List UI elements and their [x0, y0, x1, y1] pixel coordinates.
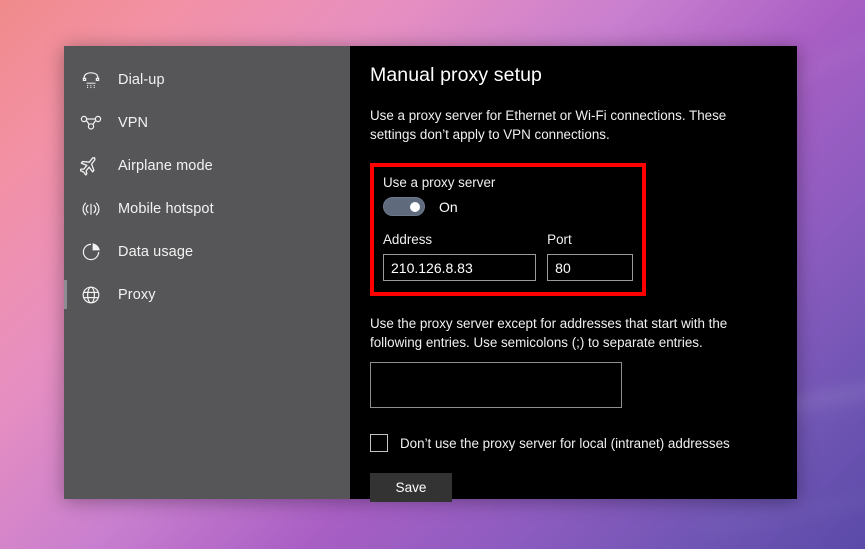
- use-proxy-server-toggle[interactable]: [383, 197, 425, 216]
- sidebar-item-airplane-mode[interactable]: Airplane mode: [64, 144, 350, 187]
- pie-chart-icon: [78, 240, 104, 264]
- phone-icon: [78, 68, 104, 92]
- vpn-icon: [78, 111, 104, 135]
- local-bypass-checkbox[interactable]: [370, 434, 388, 452]
- settings-sidebar: Dial-up VPN Airplane mode Mobile hotspot…: [64, 46, 350, 499]
- sidebar-item-vpn[interactable]: VPN: [64, 101, 350, 144]
- proxy-description: Use a proxy server for Ethernet or Wi-Fi…: [370, 108, 727, 142]
- wifi-signal-icon: [78, 197, 104, 221]
- save-button[interactable]: Save: [370, 473, 452, 502]
- address-label: Address: [383, 232, 433, 247]
- sidebar-item-data-usage[interactable]: Data usage: [64, 230, 350, 273]
- address-field-group: Address: [383, 232, 537, 281]
- address-input[interactable]: [383, 254, 537, 281]
- toggle-state-label: On: [439, 198, 458, 215]
- globe-icon: [78, 283, 104, 307]
- local-bypass-row[interactable]: Don’t use the proxy server for local (in…: [370, 434, 775, 452]
- sidebar-item-proxy[interactable]: Proxy: [64, 273, 350, 316]
- sidebar-item-label: VPN: [118, 114, 149, 131]
- port-label: Port: [547, 232, 572, 247]
- use-proxy-server-group-highlight: Use a proxy server On Address Port: [370, 163, 646, 296]
- exceptions-input[interactable]: [370, 362, 622, 408]
- desktop-background: Dial-up VPN Airplane mode Mobile hotspot…: [0, 0, 865, 549]
- sidebar-item-label: Proxy: [118, 286, 156, 303]
- port-input[interactable]: [547, 254, 633, 281]
- use-proxy-server-label: Use a proxy server: [383, 175, 496, 190]
- toggle-knob: [410, 201, 420, 212]
- sidebar-item-label: Dial-up: [118, 71, 165, 88]
- address-port-row: Address Port: [383, 232, 633, 281]
- airplane-icon: [78, 154, 104, 178]
- page-title: Manual proxy setup: [370, 64, 542, 86]
- exceptions-description: Use the proxy server except for addresse…: [370, 316, 728, 350]
- sidebar-item-label: Mobile hotspot: [118, 200, 214, 217]
- proxy-exceptions-section: Use the proxy server except for addresse…: [370, 314, 775, 413]
- sidebar-item-mobile-hotspot[interactable]: Mobile hotspot: [64, 187, 350, 230]
- settings-window: Dial-up VPN Airplane mode Mobile hotspot…: [64, 46, 797, 502]
- sidebar-item-label: Airplane mode: [118, 157, 213, 174]
- port-field-group: Port: [547, 232, 633, 281]
- sidebar-item-label: Data usage: [118, 243, 194, 260]
- local-bypass-label: Don’t use the proxy server for local (in…: [400, 435, 730, 451]
- proxy-settings-pane: Manual proxy setup Use a proxy server fo…: [350, 46, 797, 502]
- use-proxy-server-toggle-row: On: [383, 197, 633, 216]
- sidebar-item-dial-up[interactable]: Dial-up: [64, 58, 350, 101]
